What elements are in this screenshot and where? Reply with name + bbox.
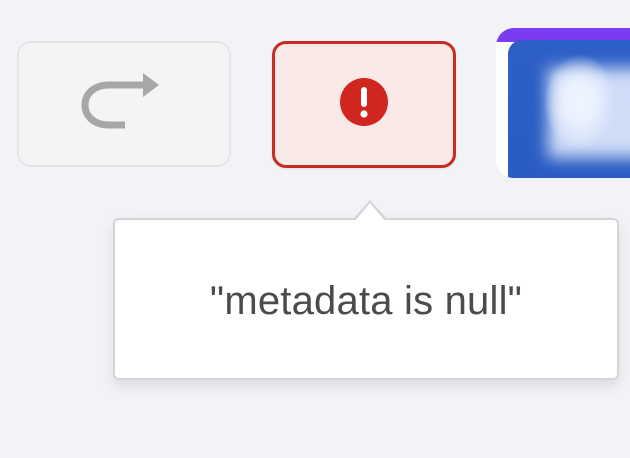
error-tooltip: "metadata is null" <box>113 218 619 380</box>
tooltip-message: "metadata is null" <box>209 278 523 323</box>
error-status-button[interactable] <box>272 41 456 168</box>
image-thumbnail <box>508 40 630 178</box>
exclamation-circle-icon <box>339 77 389 132</box>
redo-icon <box>79 67 169 142</box>
redo-button[interactable] <box>17 41 231 167</box>
image-thumbnail-card[interactable] <box>496 28 630 178</box>
